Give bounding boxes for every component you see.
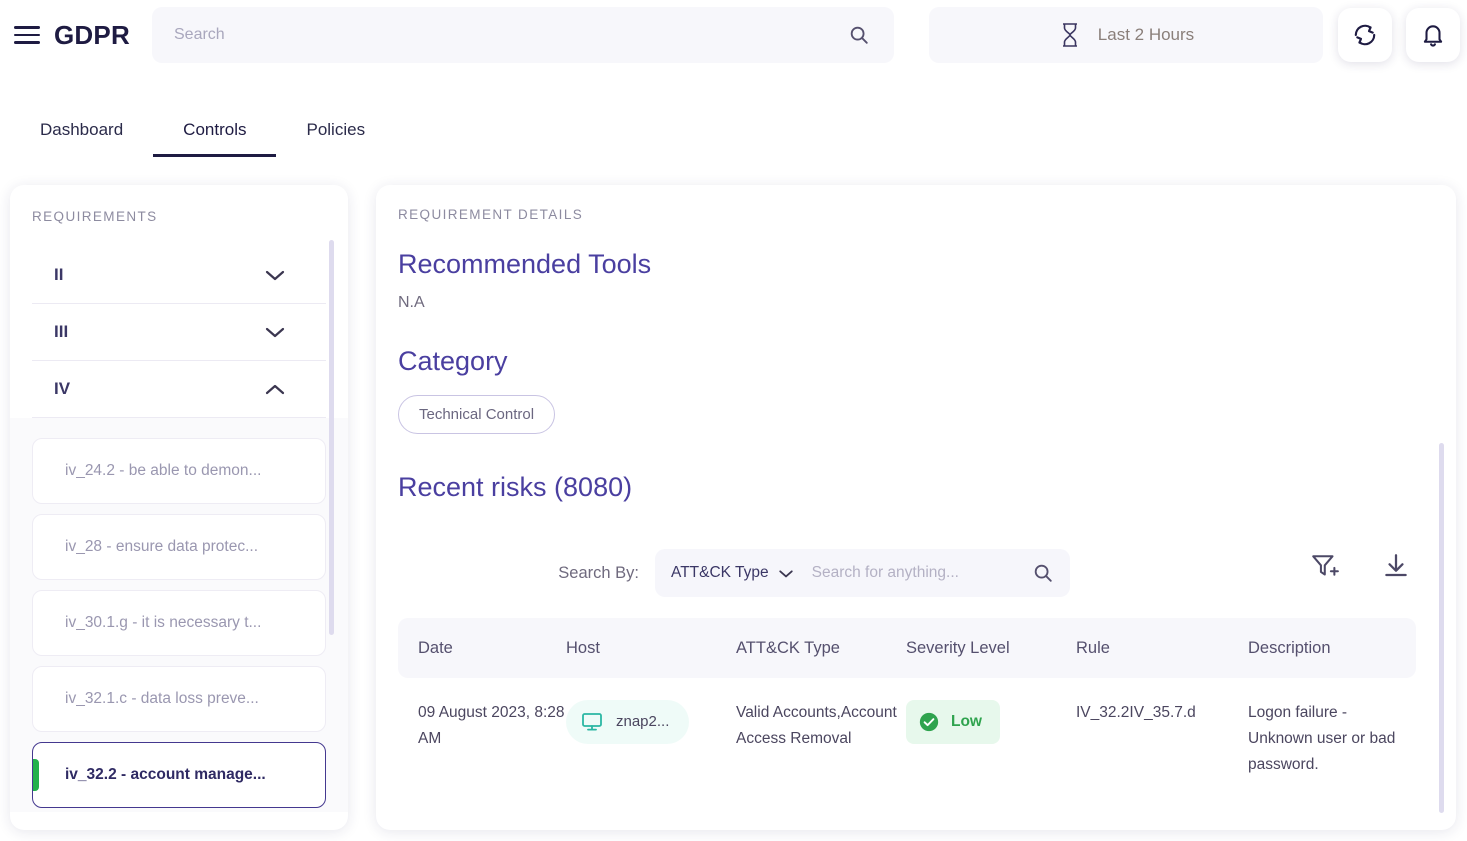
list-item[interactable]: iv_28 - ensure data protec... [32,514,326,580]
risk-search-row: Search By: ATT&CK Type [380,545,1070,601]
cell-attack-type: Valid Accounts,Account Access Removal [736,704,897,747]
chevron-down-icon[interactable] [778,568,794,579]
tab-policies[interactable]: Policies [276,112,395,157]
column-header-severity-level: Severity Level [906,638,1010,657]
requirements-panel: REQUIREMENTS II III IV iv_24.2 - be able… [10,185,348,830]
download-button[interactable] [1381,552,1411,587]
requirements-title: REQUIREMENTS [32,209,158,224]
tab-controls[interactable]: Controls [153,112,277,157]
requirements-scrollbar[interactable] [329,240,334,635]
brand-area: GDPR [14,20,130,51]
recent-risks-heading: Recent risks (8080) [398,472,633,502]
requirement-group-iv[interactable]: IV [32,361,326,418]
requirement-group-iii[interactable]: III [32,304,326,361]
category-heading: Category [398,346,508,376]
cell-rule: IV_32.2IV_35.7.d [1076,704,1196,721]
filter-add-icon [1312,555,1339,576]
refresh-button[interactable] [1338,8,1392,62]
search-icon[interactable] [1032,562,1054,584]
add-filter-button[interactable] [1310,552,1340,587]
chevron-down-icon[interactable] [264,268,286,282]
global-search-bar[interactable] [152,7,894,63]
group-label: II [54,265,64,284]
download-icon [1385,554,1407,577]
cell-date: 09 August 2023, 8:28 AM [418,704,565,747]
cell-host: znap2... [566,700,736,778]
list-item[interactable]: iv_24.2 - be able to demon... [32,438,326,504]
requirements-scroll-area: II III IV iv_24.2 - be able to demon... … [10,247,348,812]
column-header-description: Description [1248,638,1331,657]
refresh-icon [1354,24,1376,46]
search-by-select[interactable]: ATT&CK Type [671,564,794,582]
chevron-down-icon[interactable] [264,325,286,339]
chevron-up-icon[interactable] [264,382,286,396]
group-label: III [54,322,69,341]
time-range-label: Last 2 Hours [1097,25,1195,44]
search-input[interactable] [152,25,848,45]
tab-dashboard[interactable]: Dashboard [10,112,153,157]
hourglass-icon [1062,23,1077,47]
notifications-button[interactable] [1406,8,1460,62]
table-header-row: Date Host ATT&CK Type Severity Level Rul… [398,618,1416,678]
page-title: GDPR [54,19,130,50]
requirement-details-title: REQUIREMENT DETAILS [398,207,584,222]
details-scrollbar[interactable] [1439,443,1444,813]
search-by-label: Search By: [558,563,639,582]
recommended-tools-value: N.A [398,294,425,311]
column-header-attack-type: ATT&CK Type [736,638,840,657]
bell-icon [1423,25,1443,47]
group-label: IV [54,379,71,398]
list-item-selected[interactable]: iv_32.2 - account manage... [32,742,326,808]
list-item[interactable]: iv_30.1.g - it is necessary t... [32,590,326,656]
risk-search-bar[interactable]: ATT&CK Type [655,549,1070,597]
requirement-group-ii[interactable]: II [32,247,326,304]
status-badge: Low [906,700,1000,744]
column-header-date: Date [418,638,453,657]
search-by-value: ATT&CK Type [671,564,769,581]
cell-description: Logon failure - Unknown user or bad pass… [1248,704,1396,773]
time-range-selector[interactable]: Last 2 Hours [929,7,1323,63]
risk-search-input[interactable] [793,563,1032,583]
requirement-item-list: iv_24.2 - be able to demon... iv_28 - en… [10,418,348,812]
hamburger-icon[interactable] [14,26,40,44]
column-header-host: Host [566,638,600,657]
category-chip[interactable]: Technical Control [398,395,556,434]
recommended-tools-heading: Recommended Tools [398,249,652,279]
list-item[interactable]: iv_32.1.c - data loss preve... [32,666,326,732]
risks-table: Date Host ATT&CK Type Severity Level Rul… [398,618,1416,778]
severity-label: Low [951,713,982,730]
cell-severity: Low [906,700,1076,778]
main-tabs: Dashboard Controls Policies [0,112,1467,157]
search-icon[interactable] [848,24,894,46]
column-header-rule: Rule [1076,638,1110,657]
host-name: znap2... [616,713,670,730]
table-row[interactable]: 09 August 2023, 8:28 AM znap2... Valid A… [398,678,1416,778]
check-circle-icon [919,712,939,732]
host-badge[interactable]: znap2... [566,700,690,744]
monitor-icon [582,713,602,731]
